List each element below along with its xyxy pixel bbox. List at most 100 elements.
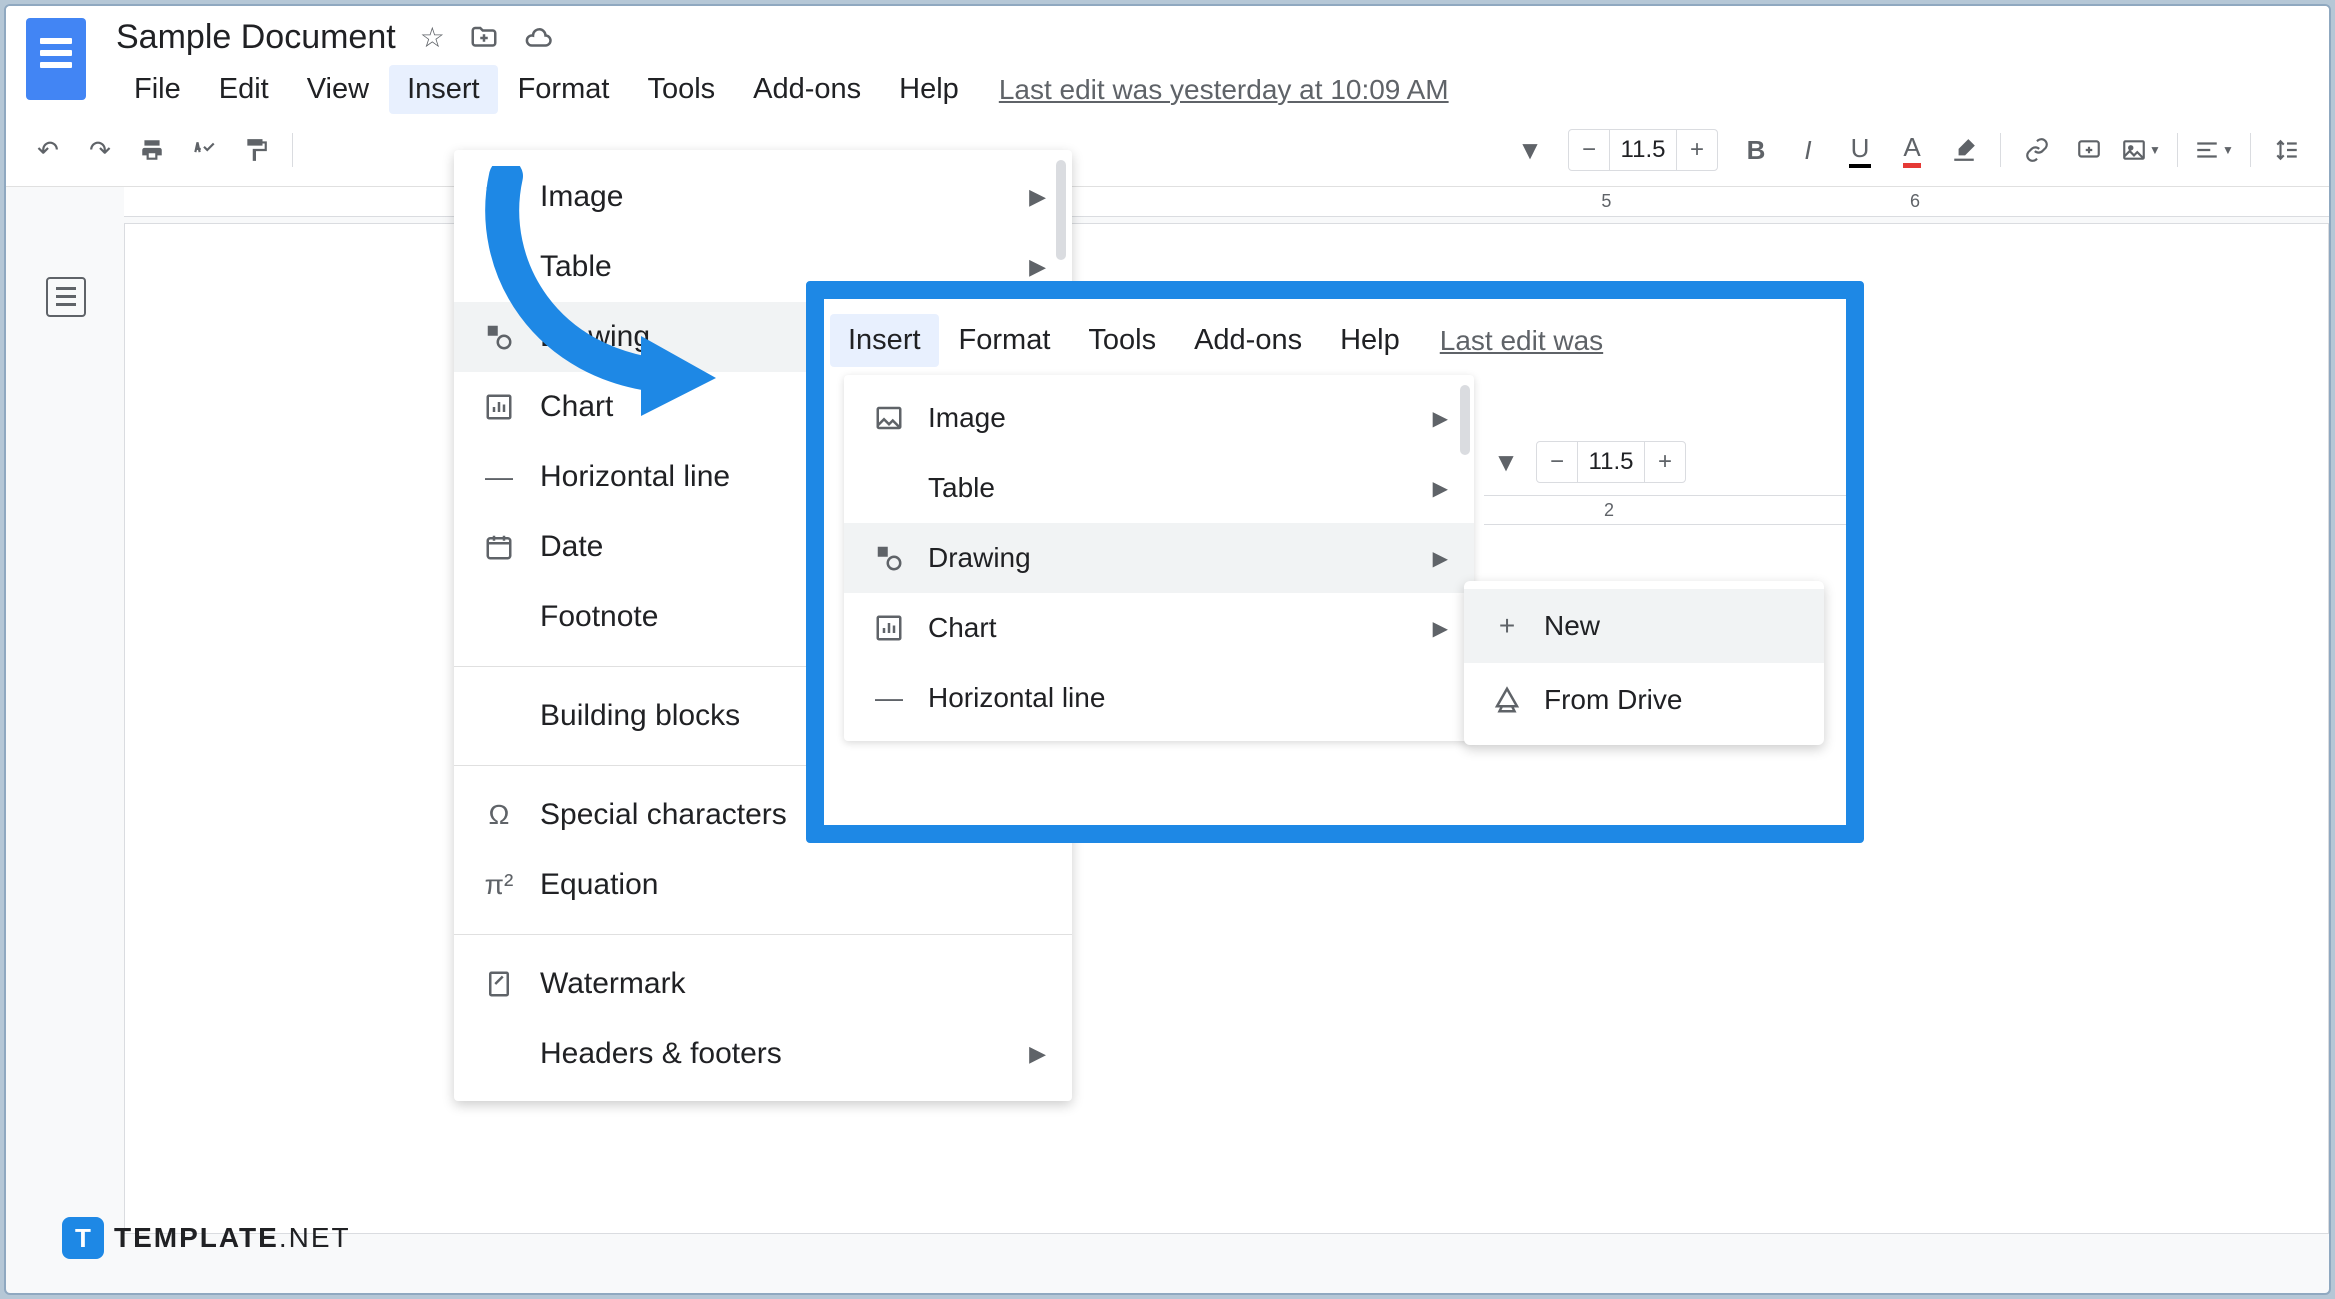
pi-icon: π² [482, 868, 516, 902]
calendar-icon [482, 530, 516, 564]
move-folder-icon[interactable] [469, 23, 499, 53]
overlay-ruler[interactable]: 2 [1484, 495, 1846, 525]
menu-insert[interactable]: Insert [830, 314, 939, 367]
toolbar-separator [2177, 133, 2178, 167]
outline-toggle-icon[interactable] [46, 277, 86, 317]
overlay-insert-menu: Image ▶ Table ▶ Drawing ▶ Chart ▶ [844, 375, 1474, 741]
toolbar-separator [292, 133, 293, 167]
last-edit-link[interactable]: Last edit was [1440, 325, 1603, 357]
image-icon [482, 180, 516, 214]
dropdown-caret-icon[interactable]: ▼ [1484, 440, 1528, 484]
menu-tools[interactable]: Tools [629, 65, 733, 114]
insert-image-label: Image [540, 180, 623, 214]
blank-icon [482, 699, 516, 733]
blank-icon [482, 250, 516, 284]
font-size-plus[interactable]: + [1645, 442, 1685, 482]
toolbar-separator [2250, 133, 2251, 167]
chart-icon [482, 390, 516, 424]
font-size-control: − 11.5 + [1536, 441, 1686, 483]
drive-icon [1490, 683, 1524, 717]
ruler-tick: 6 [1910, 191, 1920, 212]
insert-headers-footers[interactable]: Headers & footers ▶ [454, 1019, 1072, 1089]
outline-panel [6, 187, 124, 1234]
print-button[interactable] [130, 128, 174, 172]
menu-tools[interactable]: Tools [1070, 314, 1174, 367]
submenu-arrow-icon: ▶ [1029, 1041, 1046, 1067]
menu-edit[interactable]: Edit [201, 65, 287, 114]
insert-equation-label: Equation [540, 868, 658, 902]
title-fragment: ument [806, 281, 893, 282]
insert-chart[interactable]: Chart ▶ [844, 593, 1474, 663]
top-bar: Sample Document ☆ File Edit View Insert … [6, 6, 2329, 114]
submenu-arrow-icon: ▶ [1433, 406, 1448, 431]
drawing-submenu: + New From Drive [1464, 581, 1824, 745]
font-size-value[interactable]: 11.5 [1577, 442, 1645, 482]
title-area: Sample Document ☆ File Edit View Insert … [116, 18, 2309, 114]
menu-format[interactable]: Format [500, 65, 628, 114]
menu-addons[interactable]: Add-ons [1176, 314, 1320, 367]
font-size-value[interactable]: 11.5 [1609, 130, 1677, 170]
insert-table[interactable]: Table ▶ [844, 453, 1474, 523]
insert-comment-button[interactable] [2067, 128, 2111, 172]
menu-file[interactable]: File [116, 65, 199, 114]
ruler-tick: 2 [1604, 500, 1614, 521]
text-color-button[interactable]: A [1890, 128, 1934, 172]
insert-horizontal-line[interactable]: — Horizontal line [844, 663, 1474, 733]
star-icon[interactable]: ☆ [420, 21, 445, 54]
drawing-from-drive[interactable]: From Drive [1464, 663, 1824, 737]
insert-headers-footers-label: Headers & footers [540, 1037, 782, 1071]
drawing-icon [872, 541, 906, 575]
insert-chart-label: Chart [928, 612, 996, 644]
dropdown-caret-icon[interactable]: ▼ [1508, 128, 1552, 172]
font-size-minus[interactable]: − [1569, 130, 1609, 170]
insert-drawing-label: Drawing [928, 542, 1031, 574]
font-size-plus[interactable]: + [1677, 130, 1717, 170]
menu-format[interactable]: Format [941, 314, 1069, 367]
insert-drawing[interactable]: Drawing ▶ [844, 523, 1474, 593]
template-brand-text: TEMPLATE.NET [114, 1222, 351, 1254]
submenu-arrow-icon: ▶ [1433, 546, 1448, 571]
font-size-control: − 11.5 + [1568, 129, 1718, 171]
insert-watermark-label: Watermark [540, 967, 686, 1001]
hline-icon: — [872, 681, 906, 715]
ruler-tick: 5 [1601, 191, 1611, 212]
line-spacing-button[interactable] [2265, 128, 2309, 172]
paint-format-button[interactable] [234, 128, 278, 172]
insert-link-button[interactable] [2015, 128, 2059, 172]
last-edit-link[interactable]: Last edit was yesterday at 10:09 AM [999, 74, 1449, 106]
bold-button[interactable]: B [1734, 128, 1778, 172]
underline-button[interactable]: U [1838, 128, 1882, 172]
docs-logo-icon[interactable] [26, 18, 86, 100]
document-title[interactable]: Sample Document [116, 18, 396, 57]
insert-equation[interactable]: π² Equation [454, 850, 1072, 920]
menu-view[interactable]: View [289, 65, 387, 114]
redo-button[interactable]: ↷ [78, 128, 122, 172]
undo-button[interactable]: ↶ [26, 128, 70, 172]
chart-icon [872, 611, 906, 645]
insert-special-chars-label: Special characters [540, 798, 787, 832]
spellcheck-button[interactable] [182, 128, 226, 172]
menu-help[interactable]: Help [1322, 314, 1418, 367]
font-size-minus[interactable]: − [1537, 442, 1577, 482]
insert-image-button[interactable]: ▼ [2119, 128, 2163, 172]
align-button[interactable]: ▼ [2192, 128, 2236, 172]
cloud-status-icon[interactable] [523, 23, 553, 53]
italic-button[interactable]: I [1786, 128, 1830, 172]
template-net-badge: T TEMPLATE.NET [62, 1217, 351, 1259]
insert-footnote-label: Footnote [540, 600, 658, 634]
highlight-button[interactable] [1942, 128, 1986, 172]
submenu-arrow-icon: ▶ [1433, 616, 1448, 641]
insert-image[interactable]: Image ▶ [454, 162, 1072, 232]
submenu-arrow-icon: ▶ [1029, 254, 1046, 280]
menu-insert[interactable]: Insert [389, 65, 498, 114]
menu-help[interactable]: Help [881, 65, 977, 114]
insert-hline-label: Horizontal line [540, 460, 730, 494]
menu-addons[interactable]: Add-ons [735, 65, 879, 114]
insert-image[interactable]: Image ▶ [844, 383, 1474, 453]
drawing-from-drive-label: From Drive [1544, 684, 1682, 716]
drawing-new[interactable]: + New [1464, 589, 1824, 663]
drawing-new-label: New [1544, 610, 1600, 642]
omega-icon: Ω [482, 798, 516, 832]
insert-watermark[interactable]: Watermark [454, 949, 1072, 1019]
insert-hline-label: Horizontal line [928, 682, 1105, 714]
